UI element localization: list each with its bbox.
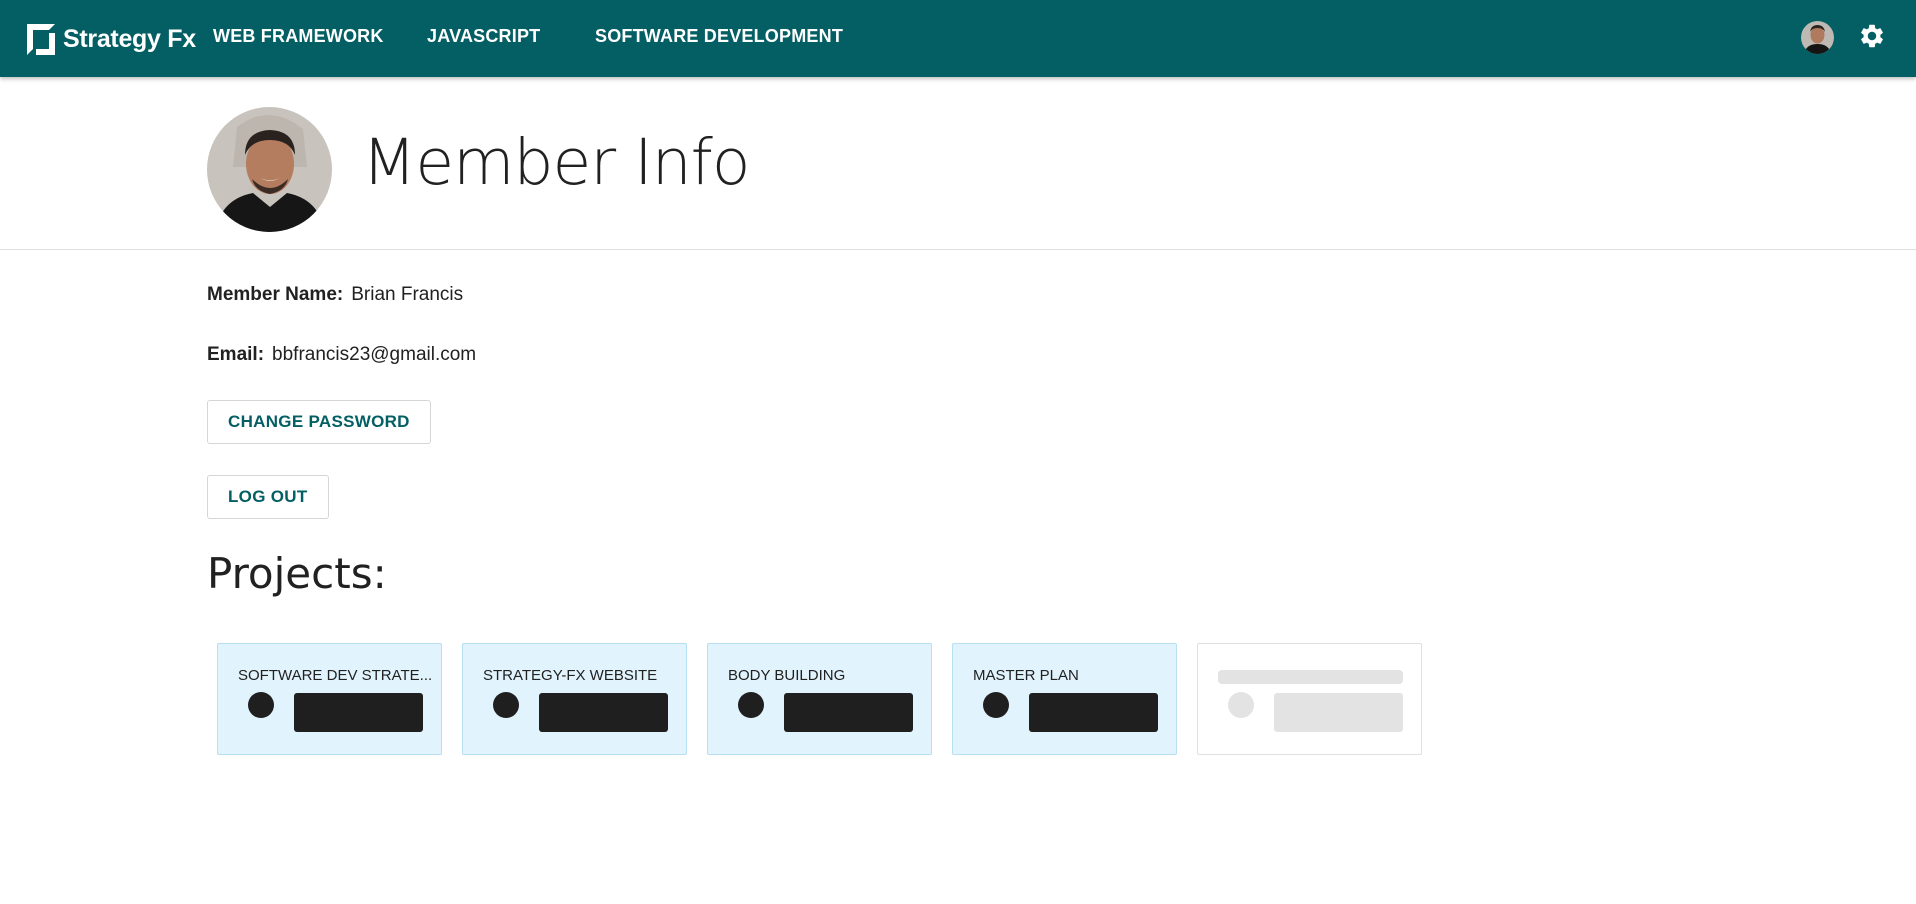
project-redacted-bar [784, 693, 913, 732]
logo-text: Strategy Fx [63, 24, 196, 53]
project-status-dot [983, 692, 1009, 718]
project-status-dot [738, 692, 764, 718]
top-app-bar: Strategy Fx WEB FRAMEWORK JAVASCRIPT SOF… [0, 0, 1916, 77]
placeholder-line [1218, 670, 1403, 684]
settings-gear-icon[interactable] [1858, 22, 1886, 50]
member-photo [207, 107, 332, 232]
logo-icon [27, 23, 55, 55]
change-password-button[interactable]: CHANGE PASSWORD [207, 400, 431, 444]
log-out-button[interactable]: LOG OUT [207, 475, 329, 519]
project-card[interactable]: MASTER PLAN [952, 643, 1177, 755]
project-card[interactable]: BODY BUILDING [707, 643, 932, 755]
project-card[interactable]: STRATEGY-FX WEBSITE [462, 643, 687, 755]
member-name-value: Brian Francis [351, 284, 464, 305]
project-status-dot [493, 692, 519, 718]
email-value: bbfrancis23@gmail.com [272, 344, 477, 365]
project-card-title: SOFTWARE DEV STRATE... [238, 667, 433, 684]
member-name-row: Member Name: Brian Francis [207, 284, 463, 306]
project-redacted-bar [539, 693, 668, 732]
user-avatar-image [1801, 21, 1834, 54]
project-card-title: STRATEGY-FX WEBSITE [483, 667, 658, 684]
member-avatar [207, 107, 332, 232]
nav-software-development[interactable]: SOFTWARE DEVELOPMENT [595, 26, 843, 47]
project-status-dot [248, 692, 274, 718]
project-card[interactable]: SOFTWARE DEV STRATE... [217, 643, 442, 755]
page-title: Member Info [362, 126, 750, 199]
nav-javascript[interactable]: JAVASCRIPT [427, 26, 540, 47]
project-redacted-bar [294, 693, 423, 732]
nav-web-framework[interactable]: WEB FRAMEWORK [213, 26, 384, 47]
email-row: Email: bbfrancis23@gmail.com [207, 344, 476, 366]
logo-link[interactable]: Strategy Fx [27, 23, 196, 55]
project-redacted-bar [1029, 693, 1158, 732]
project-card-placeholder [1197, 643, 1422, 755]
project-card-title: MASTER PLAN [973, 667, 1079, 684]
projects-heading: Projects: [207, 549, 387, 598]
member-name-label: Member Name: [207, 284, 344, 305]
email-label: Email: [207, 344, 265, 365]
project-card-title: BODY BUILDING [728, 667, 846, 684]
placeholder-bar [1274, 693, 1403, 732]
placeholder-dot [1228, 692, 1254, 718]
user-avatar[interactable] [1801, 21, 1834, 54]
